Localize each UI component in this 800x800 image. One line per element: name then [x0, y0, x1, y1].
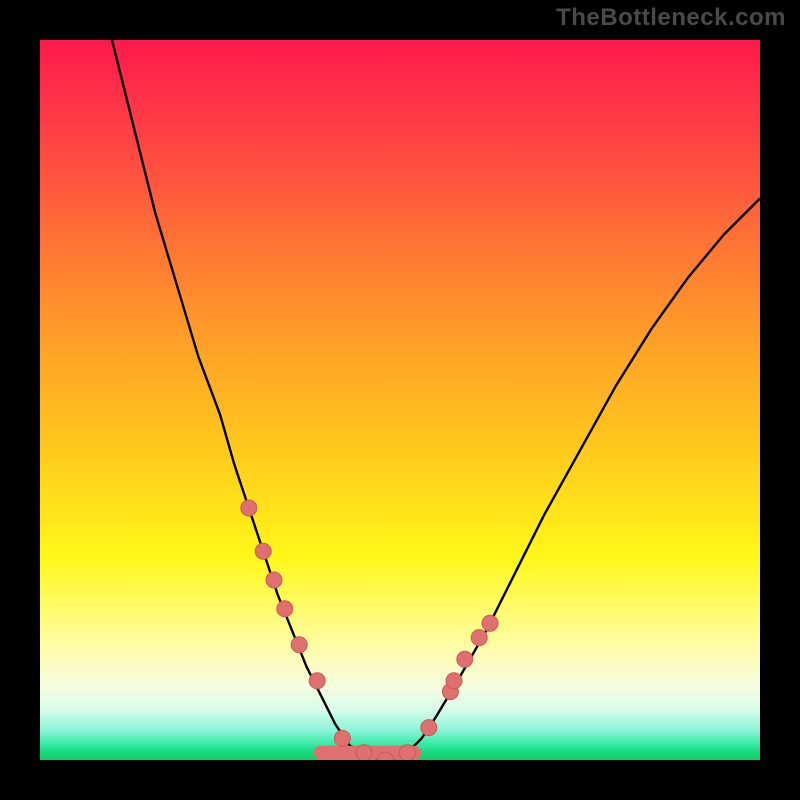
marker-point [421, 720, 437, 736]
marker-point [291, 637, 307, 653]
marker-layer [40, 40, 760, 760]
highlighted-points [241, 500, 498, 760]
watermark-text: TheBottleneck.com [556, 4, 786, 32]
marker-point [241, 500, 257, 516]
marker-point [277, 601, 293, 617]
chart-frame: TheBottleneck.com [0, 0, 800, 800]
marker-point [255, 543, 271, 559]
marker-point [266, 572, 282, 588]
marker-point [356, 745, 372, 760]
marker-point [482, 615, 498, 631]
marker-point [446, 673, 462, 689]
marker-point [309, 673, 325, 689]
marker-point [399, 745, 415, 760]
marker-point [471, 630, 487, 646]
plot-area [40, 40, 760, 760]
marker-point [334, 730, 350, 746]
marker-point [378, 752, 394, 760]
marker-point [457, 651, 473, 667]
